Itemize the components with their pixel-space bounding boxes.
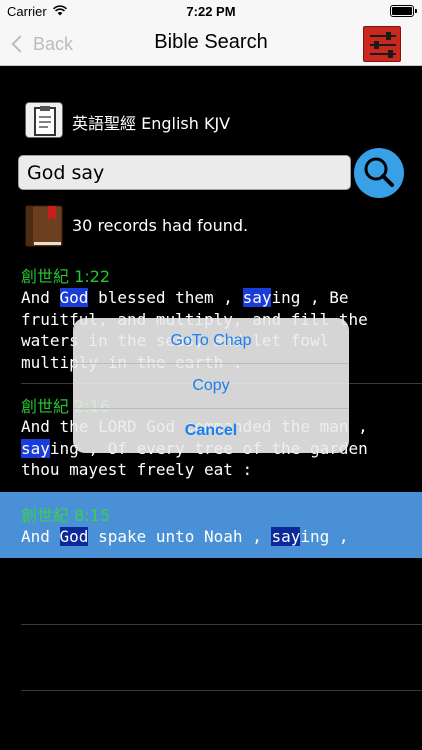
verse-fragment: ing , — [300, 527, 349, 546]
verse-reference: 創世紀 1:22 — [21, 267, 111, 286]
divider — [21, 690, 422, 691]
action-popup: GoTo Chap Copy Cancel — [73, 318, 349, 453]
search-highlight: say — [242, 288, 272, 307]
divider — [21, 624, 422, 625]
search-icon — [364, 157, 394, 187]
clipboard-icon[interactable] — [25, 102, 63, 138]
verse-fragment: And — [21, 527, 60, 546]
bible-version-label[interactable]: 英語聖經 English KJV — [72, 110, 230, 134]
book-icon — [25, 205, 63, 247]
cancel-button[interactable]: Cancel — [73, 408, 349, 453]
records-count: 30 records had found. — [72, 216, 249, 235]
page-title: Bible Search — [154, 31, 268, 53]
search-input[interactable] — [18, 155, 351, 190]
settings-button[interactable] — [363, 26, 401, 62]
search-highlight: say — [271, 527, 301, 546]
search-highlight: say — [21, 438, 50, 458]
battery-icon — [390, 5, 417, 17]
verse-fragment: And — [21, 288, 60, 307]
copy-button[interactable]: Copy — [73, 363, 349, 408]
clock: 7:22 PM — [186, 4, 236, 19]
verse-reference: 創世紀 8:15 — [21, 506, 111, 525]
verse-text: And God spake unto Noah , saying , — [21, 526, 411, 548]
sliders-icon — [370, 32, 396, 58]
goto-chapter-button[interactable]: GoTo Chap — [73, 318, 349, 363]
search-highlight: God — [59, 527, 89, 546]
search-button[interactable] — [354, 148, 404, 198]
verse-fragment: spake unto Noah , — [88, 527, 272, 546]
status-bar: Carrier 7:22 PM — [0, 0, 422, 22]
verse-fragment: blessed them , — [88, 288, 243, 307]
navigation-bar: Back Bible Search — [0, 22, 422, 66]
result-item-selected[interactable]: 創世紀 8:15 And God spake unto Noah , sayin… — [0, 492, 422, 558]
search-highlight: God — [59, 288, 89, 307]
